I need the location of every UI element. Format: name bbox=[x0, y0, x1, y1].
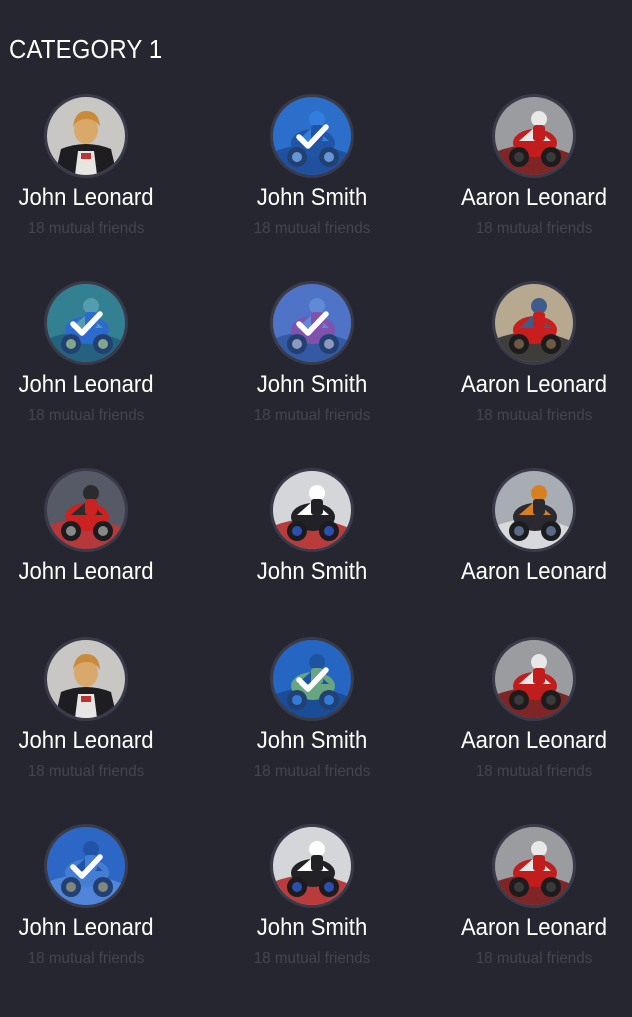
mutual-friends-count: 18 mutual friends bbox=[27, 220, 145, 237]
mutual-friends-count: 18 mutual friends bbox=[253, 220, 371, 237]
person-name: Aaron Leonard bbox=[460, 558, 608, 585]
avatar[interactable] bbox=[270, 824, 354, 908]
avatar[interactable] bbox=[44, 468, 128, 552]
person-name: John Smith bbox=[256, 558, 368, 585]
mutual-friends-count: 18 mutual friends bbox=[27, 950, 145, 967]
touring-rider-icon bbox=[495, 471, 573, 549]
friend-picker-screen: CATEGORY 1 John Leonard 18 mutual friends… bbox=[0, 0, 632, 1017]
person-name: Aaron Leonard bbox=[460, 371, 608, 398]
person-card[interactable]: John Smith 18 mutual friends bbox=[207, 637, 417, 797]
motorbike-crowd-icon bbox=[47, 471, 125, 549]
mutual-friends-count: 18 mutual friends bbox=[475, 220, 593, 237]
person-name: John Smith bbox=[256, 914, 368, 941]
rider-portrait-icon bbox=[47, 640, 125, 718]
person-card[interactable]: Aaron Leonard 18 mutual friends bbox=[429, 94, 632, 254]
avatar[interactable] bbox=[492, 637, 576, 721]
person-card[interactable]: Aaron Leonard bbox=[429, 468, 632, 628]
person-name: John Smith bbox=[256, 184, 368, 211]
avatar[interactable] bbox=[492, 94, 576, 178]
avatar[interactable] bbox=[270, 468, 354, 552]
avatar[interactable] bbox=[492, 824, 576, 908]
person-name: John Leonard bbox=[18, 558, 154, 585]
checkmark-icon bbox=[47, 284, 125, 362]
white-superbike-icon bbox=[273, 827, 351, 905]
person-card[interactable]: John Leonard 18 mutual friends bbox=[0, 281, 191, 441]
rider-portrait-icon bbox=[47, 97, 125, 175]
blue-crash-icon bbox=[47, 827, 125, 905]
person-card[interactable]: Aaron Leonard 18 mutual friends bbox=[429, 281, 632, 441]
person-card[interactable]: John Leonard bbox=[0, 468, 191, 628]
person-card[interactable]: Aaron Leonard 18 mutual friends bbox=[429, 637, 632, 797]
checkmark-icon bbox=[273, 97, 351, 175]
white-superbike-icon bbox=[273, 471, 351, 549]
person-name: Aaron Leonard bbox=[460, 184, 608, 211]
person-card[interactable]: Aaron Leonard 18 mutual friends bbox=[429, 824, 632, 984]
checkmark-icon bbox=[273, 284, 351, 362]
mutual-friends-count: 18 mutual friends bbox=[253, 763, 371, 780]
person-name: Aaron Leonard bbox=[460, 727, 608, 754]
avatar[interactable] bbox=[492, 468, 576, 552]
blue-motorbike-icon bbox=[273, 97, 351, 175]
people-grid: John Leonard 18 mutual friends John Smith… bbox=[0, 0, 632, 1017]
person-card[interactable]: John Smith 18 mutual friends bbox=[207, 94, 417, 254]
checkmark-icon bbox=[273, 640, 351, 718]
person-card[interactable]: John Leonard 18 mutual friends bbox=[0, 94, 191, 254]
avatar[interactable] bbox=[44, 94, 128, 178]
avatar[interactable] bbox=[270, 637, 354, 721]
red-motorbike-icon bbox=[495, 827, 573, 905]
lime-motorbike-icon bbox=[273, 640, 351, 718]
mutual-friends-count: 18 mutual friends bbox=[253, 950, 371, 967]
avatar[interactable] bbox=[492, 281, 576, 365]
mutual-friends-count: 18 mutual friends bbox=[27, 407, 145, 424]
person-card[interactable]: John Smith 18 mutual friends bbox=[207, 281, 417, 441]
person-name: John Leonard bbox=[18, 184, 154, 211]
mutual-friends-count: 18 mutual friends bbox=[475, 763, 593, 780]
person-card[interactable]: John Leonard 18 mutual friends bbox=[0, 637, 191, 797]
mutual-friends-count: 18 mutual friends bbox=[27, 763, 145, 780]
mutual-friends-count: 18 mutual friends bbox=[253, 407, 371, 424]
red-motorbike-icon bbox=[495, 97, 573, 175]
avatar[interactable] bbox=[270, 94, 354, 178]
avatar[interactable] bbox=[44, 637, 128, 721]
red-motorbike-icon bbox=[495, 640, 573, 718]
person-card[interactable]: John Smith bbox=[207, 468, 417, 628]
avatar[interactable] bbox=[44, 281, 128, 365]
mutual-friends-count: 18 mutual friends bbox=[475, 950, 593, 967]
mutual-friends-count: 18 mutual friends bbox=[475, 407, 593, 424]
person-name: John Smith bbox=[256, 371, 368, 398]
person-card[interactable]: John Leonard 18 mutual friends bbox=[0, 824, 191, 984]
red-sportbike-rider-icon bbox=[495, 284, 573, 362]
avatar[interactable] bbox=[44, 824, 128, 908]
pink-motorbike-rider-icon bbox=[273, 284, 351, 362]
avatar[interactable] bbox=[270, 281, 354, 365]
person-name: John Leonard bbox=[18, 371, 154, 398]
checkmark-icon bbox=[47, 827, 125, 905]
person-name: Aaron Leonard bbox=[460, 914, 608, 941]
person-name: John Leonard bbox=[18, 727, 154, 754]
person-name: John Leonard bbox=[18, 914, 154, 941]
person-card[interactable]: John Smith 18 mutual friends bbox=[207, 824, 417, 984]
green-track-rider-icon bbox=[47, 284, 125, 362]
person-name: John Smith bbox=[256, 727, 368, 754]
